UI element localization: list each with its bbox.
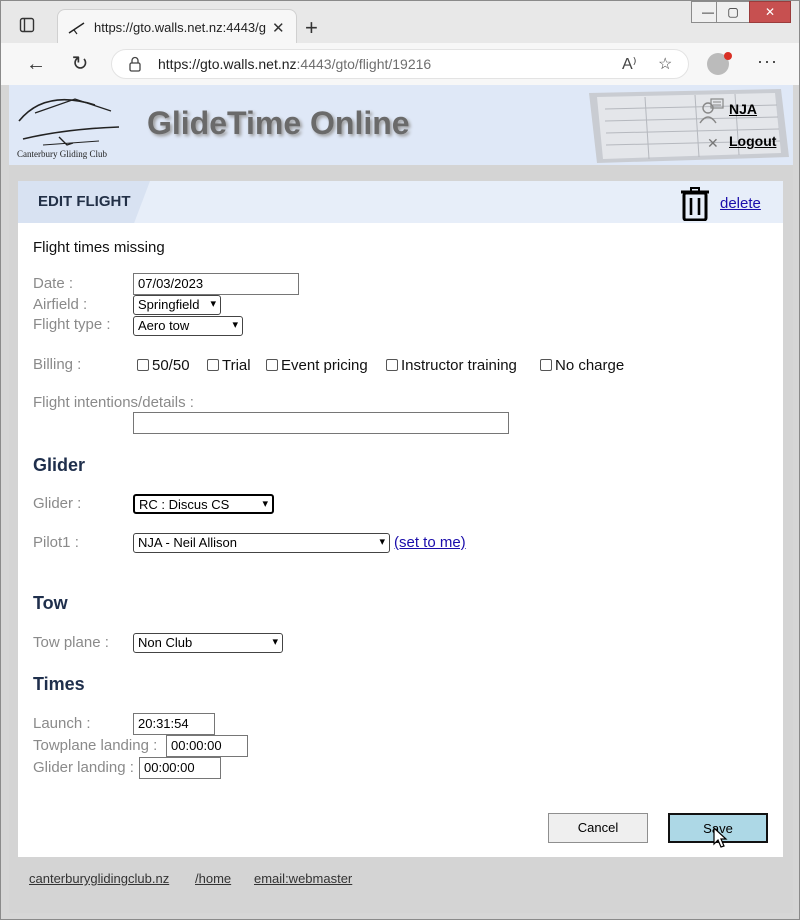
- pilot1-select[interactable]: NJA - Neil Allison ▾: [133, 533, 390, 553]
- set-to-me-link[interactable]: (set to me): [394, 534, 466, 551]
- billing-option-label: Trial: [222, 357, 251, 374]
- billing-option-label: Event pricing: [281, 357, 368, 374]
- date-label: Date :: [33, 275, 74, 292]
- mouse-cursor-icon: [712, 826, 728, 849]
- launch-label: Launch :: [33, 715, 91, 732]
- tow-plane-label: Tow plane :: [33, 634, 109, 651]
- billing-option-trial[interactable]: Trial: [207, 357, 251, 374]
- delete-link[interactable]: delete: [720, 195, 761, 212]
- lock-icon[interactable]: [128, 56, 142, 72]
- billing-option-no-charge[interactable]: No charge: [540, 357, 624, 374]
- footer-link-club[interactable]: canterburyglidingclub.nz: [29, 871, 169, 886]
- status-message: Flight times missing: [33, 239, 165, 256]
- flight-type-value: Aero tow: [138, 318, 190, 333]
- checkbox[interactable]: [540, 359, 552, 371]
- trash-icon[interactable]: [680, 187, 710, 222]
- refresh-icon[interactable]: ↻: [69, 53, 91, 75]
- site-header: Canterbury Gliding Club GlideTime Online: [9, 85, 793, 165]
- pilot1-label: Pilot1 :: [33, 534, 79, 551]
- glider-label: Glider :: [33, 495, 82, 512]
- back-arrow-icon[interactable]: ←: [25, 53, 47, 75]
- user-icon: [699, 97, 725, 125]
- billing-option-event-pricing[interactable]: Event pricing: [266, 357, 368, 374]
- glider-select[interactable]: RC : Discus CS ▾: [133, 494, 274, 514]
- towplane-landing-input[interactable]: 00:00:00: [166, 735, 248, 757]
- header-logbook-image: [585, 87, 791, 165]
- glider-landing-input[interactable]: 00:00:00: [139, 757, 221, 779]
- tab-strip: https://gto.walls.net.nz:4443/gto ✕ + — …: [1, 1, 799, 45]
- page-content: Canterbury Gliding Club GlideTime Online: [9, 85, 793, 913]
- billing-option-5050[interactable]: 50/50: [137, 357, 190, 374]
- airfield-label: Airfield :: [33, 296, 88, 313]
- tab-title: https://gto.walls.net.nz:4443/gto: [94, 20, 266, 35]
- checkbox[interactable]: [207, 359, 219, 371]
- launch-time-input[interactable]: 20:31:54: [133, 713, 215, 735]
- billing-option-label: No charge: [555, 357, 625, 374]
- tow-plane-select[interactable]: Non Club ▾: [133, 633, 283, 653]
- logo-text: Canterbury Gliding Club: [17, 149, 107, 159]
- glider-section-heading: Glider: [33, 455, 86, 475]
- chevron-down-icon: ▾: [272, 636, 278, 648]
- window-close-icon[interactable]: ✕: [749, 1, 791, 23]
- airfield-value: Springfield: [138, 297, 200, 312]
- billing-label: Billing :: [33, 356, 82, 373]
- chevron-down-icon: ▾: [262, 498, 268, 510]
- towplane-landing-label: Towplane landing :: [33, 737, 158, 754]
- glider-value: RC : Discus CS: [139, 497, 230, 512]
- tab-close-icon[interactable]: ✕: [272, 19, 285, 37]
- checkbox[interactable]: [266, 359, 278, 371]
- intentions-input[interactable]: [133, 412, 509, 434]
- favorites-star-icon[interactable]: ☆: [658, 54, 672, 74]
- billing-option-label: 50/50: [152, 357, 190, 374]
- profile-avatar-icon[interactable]: [707, 52, 732, 75]
- pilot1-value: NJA - Neil Allison: [138, 535, 237, 550]
- chevron-down-icon: ▾: [379, 536, 385, 548]
- intentions-label: Flight intentions/details :: [33, 394, 194, 411]
- checkbox[interactable]: [386, 359, 398, 371]
- logout-link[interactable]: Logout: [729, 133, 776, 149]
- flight-type-label: Flight type :: [33, 316, 111, 333]
- more-menu-icon[interactable]: ···: [757, 51, 778, 72]
- url-text[interactable]: https://gto.walls.net.nz:4443/gto/flight…: [158, 56, 431, 72]
- tab-actions-icon[interactable]: [19, 17, 45, 43]
- browser-toolbar: ← ↻ https://gto.walls.net.nz:4443/gto/fl…: [1, 43, 799, 85]
- cancel-button[interactable]: Cancel: [548, 813, 648, 843]
- flight-type-select[interactable]: Aero tow ▾: [133, 316, 243, 336]
- tow-plane-value: Non Club: [138, 635, 193, 650]
- card-header: EDIT FLIGHT delete: [18, 181, 783, 223]
- edit-flight-card: EDIT FLIGHT delete Flight times missing …: [18, 181, 783, 857]
- billing-option-instructor-training[interactable]: Instructor training: [386, 357, 517, 374]
- url-host: https://gto.walls.net.nz: [158, 56, 297, 72]
- notification-dot: [724, 52, 732, 60]
- chevron-down-icon: ▾: [232, 319, 238, 331]
- times-section-heading: Times: [33, 674, 85, 694]
- read-aloud-icon[interactable]: A⁾: [622, 54, 637, 74]
- browser-tab[interactable]: https://gto.walls.net.nz:4443/gto ✕: [57, 9, 297, 45]
- chevron-down-icon: ▾: [210, 298, 216, 310]
- glider-favicon-icon: [68, 20, 86, 36]
- billing-option-label: Instructor training: [401, 357, 517, 374]
- footer-link-home[interactable]: /home: [195, 871, 231, 886]
- footer-link-email[interactable]: email:webmaster: [254, 871, 352, 886]
- club-logo[interactable]: Canterbury Gliding Club: [15, 91, 125, 163]
- user-link[interactable]: NJA: [729, 101, 757, 117]
- site-title: GlideTime Online: [147, 105, 410, 141]
- logout-icon[interactable]: ✕: [707, 135, 719, 152]
- url-path: :4443/gto/flight/19216: [296, 56, 432, 72]
- card-heading: EDIT FLIGHT: [38, 193, 131, 210]
- airfield-select[interactable]: Springfield ▾: [133, 295, 221, 315]
- glider-landing-label: Glider landing :: [33, 759, 134, 776]
- checkbox[interactable]: [137, 359, 149, 371]
- new-tab-icon[interactable]: +: [305, 17, 318, 39]
- maximize-icon[interactable]: ▢: [716, 1, 750, 23]
- date-input[interactable]: 07/03/2023: [133, 273, 299, 295]
- tow-section-heading: Tow: [33, 593, 68, 613]
- browser-window: https://gto.walls.net.nz:4443/gto ✕ + — …: [0, 0, 800, 920]
- address-bar[interactable]: https://gto.walls.net.nz:4443/gto/flight…: [111, 49, 689, 79]
